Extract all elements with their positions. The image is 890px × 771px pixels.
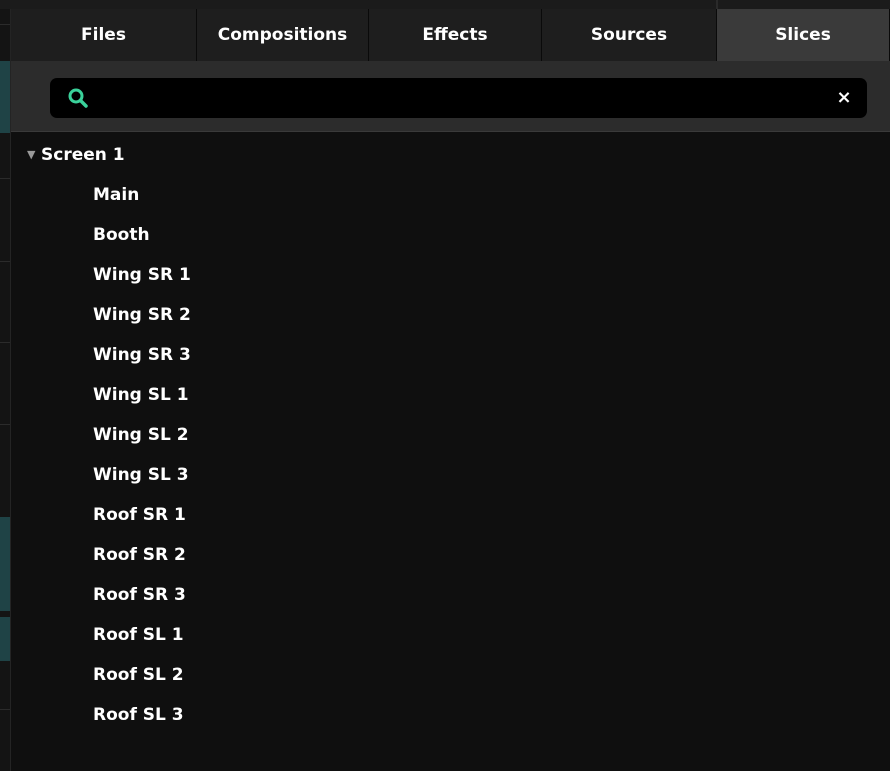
tree-item[interactable]: Wing SL 2 xyxy=(93,420,189,450)
search-input[interactable] xyxy=(102,84,806,114)
tab-compositions[interactable]: Compositions xyxy=(197,9,369,61)
tree-item[interactable]: Wing SL 3 xyxy=(93,460,189,490)
search-toolbar: × xyxy=(11,61,890,132)
divider-line xyxy=(0,24,10,25)
close-icon[interactable]: × xyxy=(833,87,855,109)
divider-line xyxy=(0,424,10,425)
tree-item[interactable]: Roof SR 1 xyxy=(93,500,186,530)
tree-item[interactable]: Roof SL 3 xyxy=(93,700,184,730)
tree-item[interactable]: Wing SL 1 xyxy=(93,380,189,410)
adjacent-selection-strip xyxy=(0,61,10,133)
divider-line xyxy=(0,261,10,262)
tree-item[interactable]: Roof SR 3 xyxy=(93,580,186,610)
tree-group-label: Screen 1 xyxy=(41,145,125,165)
tree-item[interactable]: Roof SR 2 xyxy=(93,540,186,570)
browser-panel: Files Compositions Effects Sources Slice… xyxy=(11,9,890,771)
tab-effects[interactable]: Effects xyxy=(369,9,542,61)
adjacent-selection-strip xyxy=(0,517,10,611)
tab-files[interactable]: Files xyxy=(11,9,197,61)
tree-item[interactable]: Roof SL 1 xyxy=(93,620,184,650)
tree-item[interactable]: Main xyxy=(93,180,139,210)
tree-item[interactable]: Wing SR 2 xyxy=(93,300,191,330)
adjacent-selection-strip xyxy=(0,617,10,661)
window-top-strip xyxy=(0,0,890,9)
slices-browser-window: Files Compositions Effects Sources Slice… xyxy=(0,0,890,771)
tab-bar: Files Compositions Effects Sources Slice… xyxy=(11,9,890,61)
search-field[interactable]: × xyxy=(50,78,867,118)
adjacent-panel-edge xyxy=(0,9,11,771)
divider-line xyxy=(0,178,10,179)
tab-slices[interactable]: Slices xyxy=(717,9,890,61)
disclosure-triangle-icon[interactable]: ▼ xyxy=(27,140,39,170)
search-icon xyxy=(68,88,88,108)
tree-item[interactable]: Wing SR 1 xyxy=(93,260,191,290)
top-strip-divider xyxy=(716,0,718,9)
tree-item[interactable]: Booth xyxy=(93,220,150,250)
divider-line xyxy=(0,342,10,343)
tree-item[interactable]: Wing SR 3 xyxy=(93,340,191,370)
tab-sources[interactable]: Sources xyxy=(542,9,717,61)
tree-item[interactable]: Roof SL 2 xyxy=(93,660,184,690)
divider-line xyxy=(0,709,10,710)
